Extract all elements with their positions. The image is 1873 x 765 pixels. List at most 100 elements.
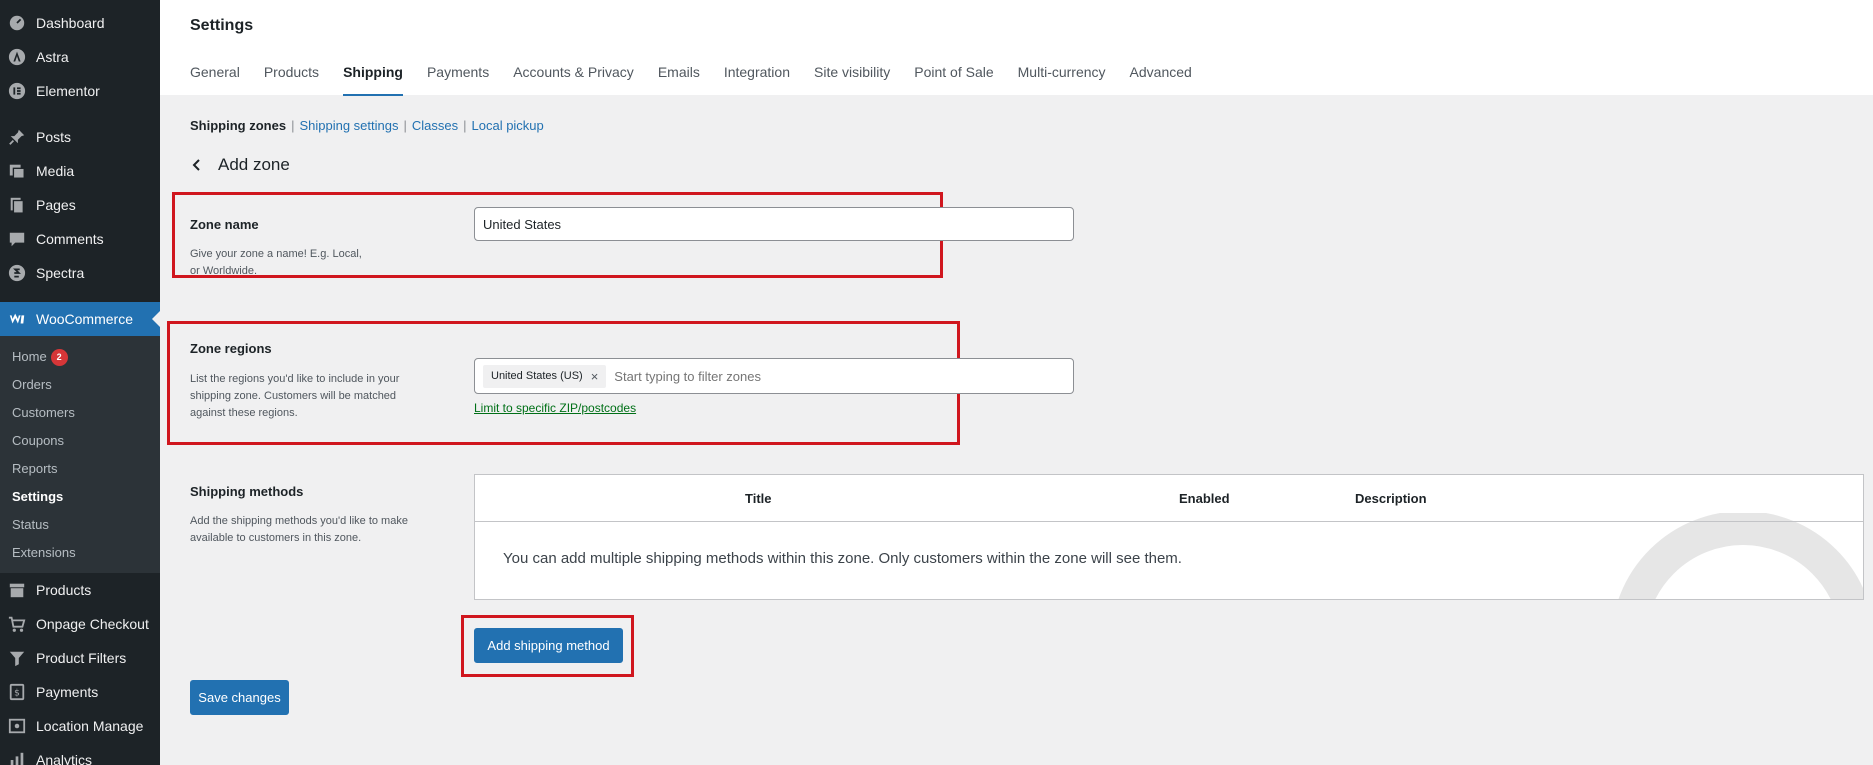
- sidebar-item-label: Pages: [36, 197, 76, 213]
- sidebar-item-label: Posts: [36, 129, 72, 145]
- shipping-methods-table: Title Enabled Description You can add mu…: [474, 474, 1864, 600]
- sidebar-item-location-manage[interactable]: Location Manage: [0, 709, 160, 743]
- zone-regions-label: Zone regions: [190, 341, 272, 356]
- description-line: available to customers in this zone.: [190, 532, 362, 544]
- sidebar-item-label: Media: [36, 163, 75, 179]
- region-token-label: United States (US): [491, 370, 583, 382]
- zone-regions-description: List the regions you'd like to include i…: [190, 371, 399, 422]
- submenu-item-label: Home: [12, 349, 47, 364]
- submenu-item-orders[interactable]: Orders: [0, 371, 160, 399]
- sidebar-item-label: Comments: [36, 231, 104, 247]
- sidebar-item-dashboard[interactable]: Dashboard: [0, 6, 160, 40]
- sidebar-item-woocommerce[interactable]: WooCommerce: [0, 302, 160, 336]
- column-header-enabled: Enabled: [1179, 491, 1230, 506]
- sidebar-item-payments[interactable]: $ Payments: [0, 675, 160, 709]
- sidebar-item-product-filters[interactable]: Product Filters: [0, 641, 160, 675]
- submenu-item-extensions[interactable]: Extensions: [0, 539, 160, 567]
- media-icon: [7, 161, 27, 181]
- sidebar-item-label: Payments: [36, 684, 99, 700]
- filter-icon: [7, 648, 27, 668]
- submenu-item-customers[interactable]: Customers: [0, 399, 160, 427]
- save-changes-button[interactable]: Save changes: [190, 680, 289, 715]
- tab-site-visibility[interactable]: Site visibility: [814, 64, 890, 96]
- sidebar-item-label: Products: [36, 582, 92, 598]
- sidebar-item-posts[interactable]: Posts: [0, 120, 160, 154]
- analytics-icon: [7, 750, 27, 765]
- tab-multi-currency[interactable]: Multi-currency: [1018, 64, 1106, 96]
- sidebar-item-label: Dashboard: [36, 15, 105, 31]
- sidebar-item-label: Analytics: [36, 752, 93, 765]
- comment-icon: [7, 229, 27, 249]
- woocommerce-submenu: Home 2 Orders Customers Coupons Reports S…: [0, 336, 160, 573]
- subnav-link-classes[interactable]: Classes: [412, 118, 458, 133]
- sidebar-item-elementor[interactable]: Elementor: [0, 74, 160, 108]
- add-shipping-method-button[interactable]: Add shipping method: [474, 628, 623, 663]
- elementor-icon: [7, 81, 27, 101]
- subnav-link-local-pickup[interactable]: Local pickup: [472, 118, 544, 133]
- tab-emails[interactable]: Emails: [658, 64, 700, 96]
- tab-products[interactable]: Products: [264, 64, 319, 96]
- sidebar-item-label: WooCommerce: [36, 311, 133, 327]
- description-line: List the regions you'd like to include i…: [190, 373, 400, 385]
- subnav-link-shipping-settings[interactable]: Shipping settings: [299, 118, 398, 133]
- payments-icon: $: [7, 682, 27, 702]
- tab-point-of-sale[interactable]: Point of Sale: [914, 64, 993, 96]
- pin-icon: [7, 127, 27, 147]
- sidebar-item-onpage-checkout[interactable]: Onpage Checkout: [0, 607, 160, 641]
- subnav-separator: |: [463, 118, 467, 133]
- settings-tabs: General Products Shipping Payments Accou…: [190, 64, 1216, 96]
- submenu-item-coupons[interactable]: Coupons: [0, 427, 160, 455]
- tab-advanced[interactable]: Advanced: [1130, 64, 1192, 96]
- empty-methods-message: You can add multiple shipping methods wi…: [503, 550, 1182, 567]
- column-header-description: Description: [1355, 491, 1427, 506]
- submenu-item-reports[interactable]: Reports: [0, 455, 160, 483]
- sidebar-item-pages[interactable]: Pages: [0, 188, 160, 222]
- sidebar-item-media[interactable]: Media: [0, 154, 160, 188]
- shipping-methods-description: Add the shipping methods you'd like to m…: [190, 513, 408, 547]
- subnav-separator: |: [403, 118, 407, 133]
- region-token: United States (US) ×: [483, 364, 607, 388]
- submenu-item-home[interactable]: Home 2: [0, 343, 160, 371]
- subnav-separator: |: [291, 118, 295, 133]
- submenu-item-status[interactable]: Status: [0, 511, 160, 539]
- table-header: Title Enabled Description: [475, 475, 1863, 522]
- sidebar-item-products[interactable]: Products: [0, 573, 160, 607]
- description-line: against these regions.: [190, 407, 298, 419]
- zone-regions-input[interactable]: United States (US) × Start typing to filt…: [474, 358, 1074, 394]
- limit-zip-postcodes-link[interactable]: Limit to specific ZIP/postcodes: [474, 401, 636, 415]
- sidebar-item-comments[interactable]: Comments: [0, 222, 160, 256]
- tab-payments[interactable]: Payments: [427, 64, 489, 96]
- description-line: shipping zone. Customers will be matched: [190, 390, 397, 402]
- sidebar-item-spectra[interactable]: Spectra: [0, 256, 160, 290]
- sidebar-item-label: Onpage Checkout: [36, 616, 149, 632]
- remove-token-icon[interactable]: ×: [591, 369, 599, 384]
- sidebar-item-label: Spectra: [36, 265, 85, 281]
- zone-name-input[interactable]: United States: [474, 207, 1074, 241]
- submenu-item-settings[interactable]: Settings: [0, 483, 160, 511]
- sidebar-item-label: Location Manage: [36, 718, 144, 734]
- sidebar-item-astra[interactable]: Astra: [0, 40, 160, 74]
- zone-name-description: Give your zone a name! E.g. Local, or Wo…: [190, 246, 362, 280]
- pages-icon: [7, 195, 27, 215]
- sidebar-item-label: Product Filters: [36, 650, 127, 666]
- svg-text:$: $: [14, 689, 20, 699]
- woocommerce-icon: [7, 309, 27, 329]
- tab-integration[interactable]: Integration: [724, 64, 790, 96]
- sidebar-item-label: Astra: [36, 49, 69, 65]
- shipping-subnav: Shipping zones | Shipping settings | Classes…: [190, 118, 544, 133]
- sidebar-item-analytics[interactable]: Analytics: [0, 743, 160, 765]
- tab-general[interactable]: General: [190, 64, 240, 96]
- cart-icon: [7, 614, 27, 634]
- notification-badge: 2: [50, 349, 68, 366]
- astra-icon: [7, 47, 27, 67]
- chevron-left-icon[interactable]: [190, 158, 204, 172]
- zone-name-label: Zone name: [190, 217, 259, 232]
- admin-sidebar: Dashboard Astra Elementor Posts Media Pa…: [0, 0, 160, 765]
- tab-accounts-privacy[interactable]: Accounts & Privacy: [513, 64, 634, 96]
- regions-placeholder: Start typing to filter zones: [614, 368, 761, 384]
- zone-heading: Add zone: [190, 155, 290, 175]
- products-icon: [7, 580, 27, 600]
- tab-shipping[interactable]: Shipping: [343, 64, 403, 96]
- location-icon: [7, 716, 27, 736]
- shipping-methods-label: Shipping methods: [190, 484, 304, 499]
